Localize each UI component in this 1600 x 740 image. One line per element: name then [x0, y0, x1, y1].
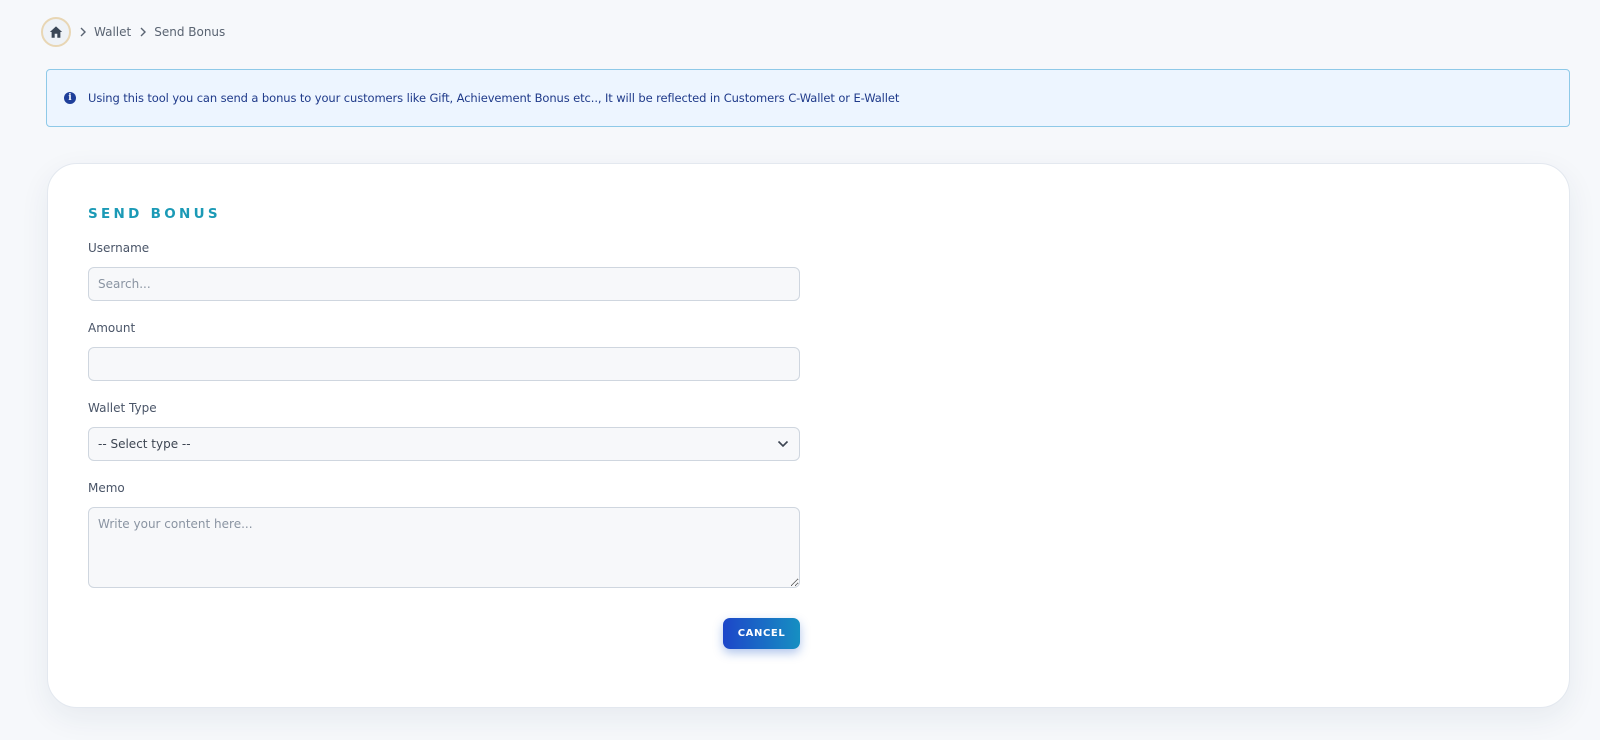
breadcrumb-item-wallet[interactable]: Wallet [94, 25, 131, 39]
memo-textarea[interactable] [88, 507, 800, 588]
chevron-right-icon [135, 27, 151, 37]
memo-label: Memo [88, 481, 125, 495]
breadcrumb-item-send-bonus: Send Bonus [154, 25, 226, 39]
info-alert-text: Using this tool you can send a bonus to … [88, 91, 900, 105]
info-alert: i Using this tool you can send a bonus t… [46, 69, 1570, 127]
username-label: Username [88, 241, 150, 255]
home-icon [49, 26, 63, 38]
breadcrumb: Wallet Send Bonus [41, 17, 225, 47]
username-search-input[interactable] [88, 267, 800, 301]
card-title: SEND BONUS [88, 206, 221, 222]
chevron-right-icon [75, 27, 91, 37]
send-bonus-card: SEND BONUS Username Amount Wallet Type -… [47, 163, 1570, 708]
amount-label: Amount [88, 321, 136, 335]
cancel-button[interactable]: CANCEL [723, 618, 800, 649]
wallet-type-selected-value: -- Select type -- [98, 437, 191, 451]
home-button[interactable] [41, 17, 71, 47]
chevron-down-icon [777, 440, 789, 448]
wallet-type-select[interactable]: -- Select type -- [88, 427, 800, 461]
amount-input[interactable] [88, 347, 800, 381]
info-icon: i [64, 92, 76, 104]
wallet-type-label: Wallet Type [88, 401, 157, 415]
